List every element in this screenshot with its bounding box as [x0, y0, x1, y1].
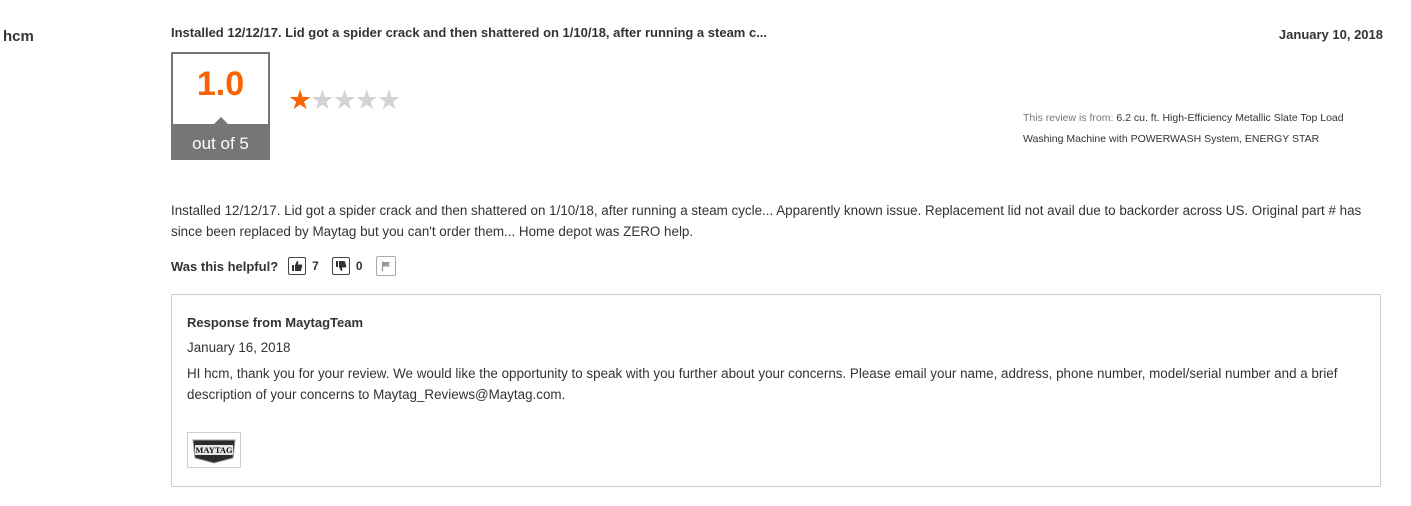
star-empty-icon: ★ [376, 85, 401, 115]
review-product-source: This review is from: 6.2 cu. ft. High-Ef… [1023, 108, 1383, 150]
star-filled-icon: ★ [288, 85, 312, 115]
helpful-no-button[interactable]: 0 [331, 257, 363, 275]
helpful-yes-count: 7 [312, 259, 319, 273]
review-author: hcm [3, 28, 34, 45]
product-source-label: This review is from: [1023, 112, 1114, 124]
response-heading: Response from MaytagTeam [187, 315, 364, 330]
rating-score-box: 1.0 out of 5 [171, 52, 270, 160]
rating-value: 1.0 [196, 65, 245, 103]
helpful-votes: Was this helpful? 7 0 [171, 256, 396, 276]
response-body: HI hcm, thank you for your review. We wo… [187, 366, 1338, 402]
rating-notch [214, 117, 228, 124]
response-date: January 16, 2018 [187, 340, 291, 355]
thumbs-down-icon [331, 257, 350, 275]
report-flag-icon[interactable] [375, 256, 396, 276]
star-empty-icon: ★ [310, 85, 334, 115]
rating-scale-label-box: out of 5 [171, 117, 270, 160]
rating-score-top: 1.0 [171, 52, 270, 124]
maytag-logo-text: MAYTAG [195, 445, 233, 455]
thumbs-up-icon [288, 257, 307, 275]
helpful-yes-button[interactable]: 7 [288, 257, 319, 275]
review-page: hcm Installed 12/12/17. Lid got a spider… [0, 0, 1411, 506]
maytag-logo: MAYTAG [187, 432, 241, 468]
helpful-no-count: 0 [355, 259, 363, 273]
rating-scale-label: out of 5 [192, 134, 249, 153]
review-body: Installed 12/12/17. Lid got a spider cra… [171, 203, 1362, 239]
review-title: Installed 12/12/17. Lid got a spider cra… [171, 25, 768, 40]
star-rating: ★★★★★ [288, 85, 401, 115]
helpful-label: Was this helpful? [171, 258, 279, 274]
star-empty-icon: ★ [354, 85, 379, 115]
brand-response: Response from MaytagTeam January 16, 201… [171, 294, 1381, 487]
star-empty-icon: ★ [332, 85, 356, 115]
review-date: January 10, 2018 [1278, 27, 1383, 42]
